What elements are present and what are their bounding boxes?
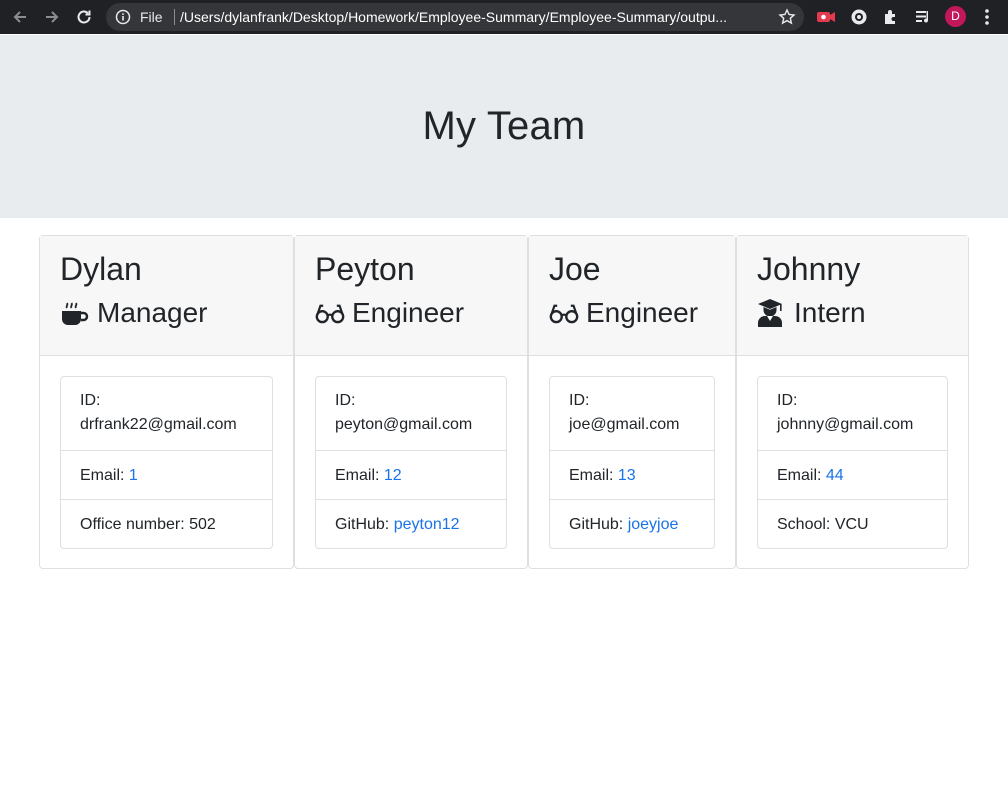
- employee-name: Dylan: [60, 251, 142, 287]
- url-text[interactable]: /Users/dylanfrank/Desktop/Homework/Emplo…: [180, 9, 766, 25]
- address-bar[interactable]: File /Users/dylanfrank/Desktop/Homework/…: [106, 3, 804, 31]
- office-number-label: Office number:: [80, 516, 185, 533]
- email-label: Email:: [335, 467, 380, 484]
- github-label: GitHub:: [335, 516, 390, 533]
- office-number-value: 502: [189, 516, 216, 533]
- header-jumbotron: My Team: [0, 35, 1008, 218]
- card-body: ID: drfrank22@gmail.com Email: 1 Office …: [40, 356, 293, 549]
- office-number-row: Office number: 502: [61, 499, 272, 548]
- employee-card: Joe Engineer ID: joe@gmail.com Email: 13…: [528, 235, 736, 569]
- reload-icon: [77, 10, 91, 24]
- id-row: ID: johnny@gmail.com: [758, 377, 947, 450]
- forward-arrow-icon: [46, 11, 59, 23]
- reading-list-icon[interactable]: [911, 5, 935, 29]
- employee-card: Dylan Manager ID: drfrank22@gmail.com Em…: [39, 235, 294, 569]
- school-value: VCU: [834, 516, 869, 533]
- reload-button[interactable]: [72, 5, 96, 29]
- profile-avatar[interactable]: D: [945, 6, 966, 27]
- graduate-icon: [757, 298, 787, 328]
- email-link[interactable]: 1: [129, 467, 138, 484]
- team-cards: Dylan Manager ID: drfrank22@gmail.com Em…: [39, 235, 969, 569]
- info-icon[interactable]: [115, 9, 131, 28]
- card-body: ID: joe@gmail.com Email: 13 GitHub: joey…: [529, 356, 735, 549]
- employee-role: Engineer: [315, 296, 527, 330]
- id-row: ID: peyton@gmail.com: [316, 377, 506, 450]
- email-row: Email: 12: [316, 450, 506, 499]
- employee-name: Joe: [549, 251, 601, 287]
- email-label: Email:: [777, 467, 822, 484]
- id-row: ID: joe@gmail.com: [550, 377, 714, 450]
- github-row: GitHub: joeyjoe: [550, 499, 714, 548]
- detail-list: ID: drfrank22@gmail.com Email: 1 Office …: [60, 376, 273, 549]
- role-label: Engineer: [586, 297, 699, 328]
- card-header: Johnny Intern: [737, 236, 968, 356]
- employee-name: Peyton: [315, 251, 415, 287]
- record-extension-icon[interactable]: [814, 5, 838, 29]
- github-link[interactable]: peyton12: [394, 516, 460, 533]
- card-body: ID: johnny@gmail.com Email: 44 School: V…: [737, 356, 968, 549]
- url-scheme: File: [140, 9, 163, 25]
- employee-name: Johnny: [757, 251, 861, 287]
- role-label: Engineer: [352, 297, 465, 328]
- url-divider: [174, 9, 175, 25]
- email-link[interactable]: 12: [384, 467, 402, 484]
- email-row: Email: 1: [61, 450, 272, 499]
- id-value: joe@gmail.com: [569, 416, 680, 433]
- detail-list: ID: joe@gmail.com Email: 13 GitHub: joey…: [549, 376, 715, 549]
- glasses-icon: [549, 298, 579, 328]
- school-label: School:: [777, 516, 831, 533]
- email-label: Email:: [80, 467, 125, 484]
- detail-list: ID: peyton@gmail.com Email: 12 GitHub: p…: [315, 376, 507, 549]
- browser-menu-icon[interactable]: [975, 5, 999, 29]
- employee-card: Johnny Intern ID: johnny@gmail.com Email…: [736, 235, 969, 569]
- employee-role: Manager: [60, 296, 293, 330]
- card-header: Peyton Engineer: [295, 236, 527, 356]
- back-arrow-icon: [13, 11, 26, 23]
- github-link[interactable]: joeyjoe: [628, 516, 679, 533]
- email-label: Email:: [569, 467, 614, 484]
- card-body: ID: peyton@gmail.com Email: 12 GitHub: p…: [295, 356, 527, 549]
- employee-card: Peyton Engineer ID: peyton@gmail.com Ema…: [294, 235, 528, 569]
- github-label: GitHub:: [569, 516, 624, 533]
- id-label: ID:: [335, 392, 356, 409]
- extensions-puzzle-icon[interactable]: [879, 5, 903, 29]
- id-value: peyton@gmail.com: [335, 416, 473, 433]
- browser-toolbar: File /Users/dylanfrank/Desktop/Homework/…: [0, 0, 1008, 34]
- id-value: drfrank22@gmail.com: [80, 416, 237, 433]
- email-row: Email: 13: [550, 450, 714, 499]
- employee-role: Engineer: [549, 296, 735, 330]
- id-label: ID:: [777, 392, 798, 409]
- card-header: Joe Engineer: [529, 236, 735, 356]
- glasses-icon: [315, 298, 345, 328]
- extension-circle-icon[interactable]: [847, 5, 871, 29]
- role-label: Manager: [97, 297, 208, 328]
- id-label: ID:: [80, 392, 101, 409]
- back-button[interactable]: [8, 5, 32, 29]
- email-link[interactable]: 13: [618, 467, 636, 484]
- bookmark-star-icon[interactable]: [778, 8, 796, 29]
- email-row: Email: 44: [758, 450, 947, 499]
- detail-list: ID: johnny@gmail.com Email: 44 School: V…: [757, 376, 948, 549]
- role-label: Intern: [794, 297, 866, 328]
- github-row: GitHub: peyton12: [316, 499, 506, 548]
- id-row: ID: drfrank22@gmail.com: [61, 377, 272, 450]
- id-value: johnny@gmail.com: [777, 416, 914, 433]
- mug-icon: [60, 298, 90, 328]
- card-header: Dylan Manager: [40, 236, 293, 356]
- employee-role: Intern: [757, 296, 968, 330]
- page-title: My Team: [422, 104, 586, 148]
- id-label: ID:: [569, 392, 590, 409]
- email-link[interactable]: 44: [826, 467, 844, 484]
- school-row: School: VCU: [758, 499, 947, 548]
- forward-button[interactable]: [40, 5, 64, 29]
